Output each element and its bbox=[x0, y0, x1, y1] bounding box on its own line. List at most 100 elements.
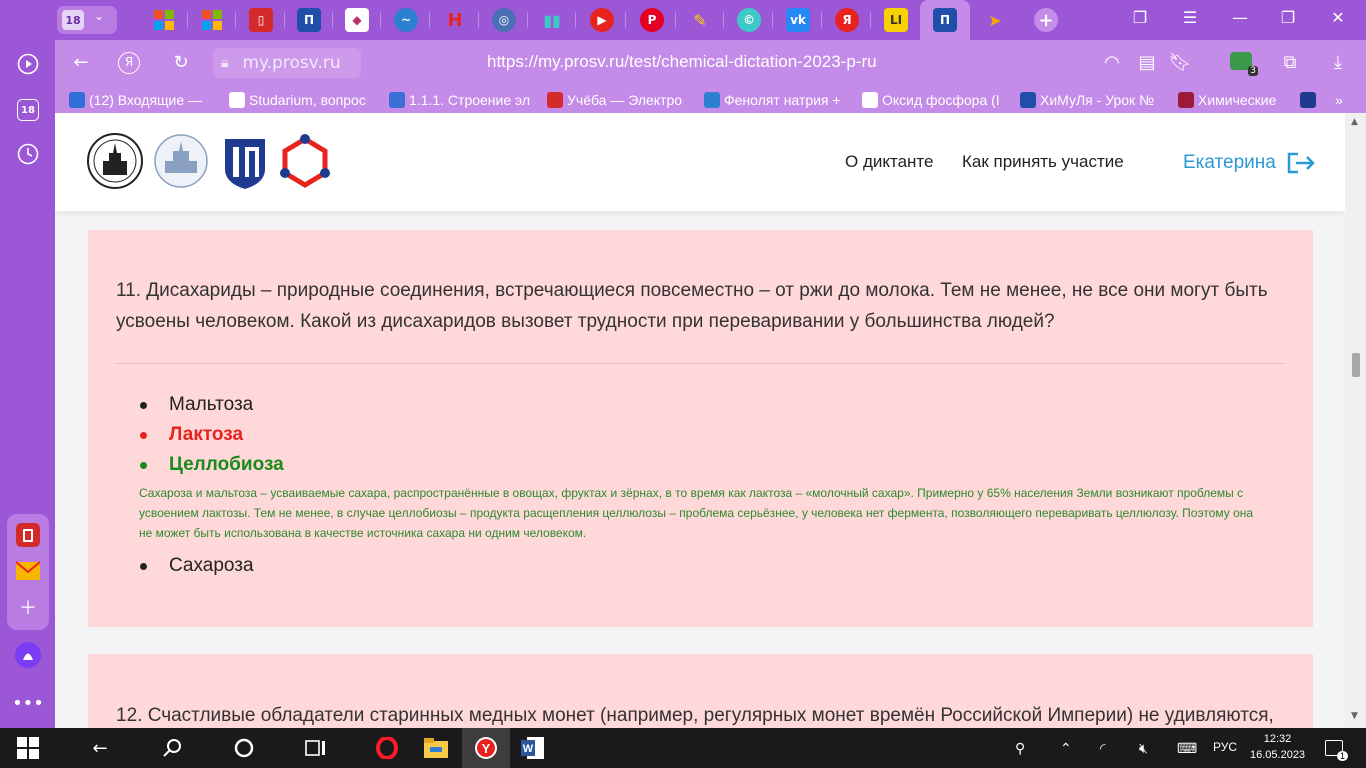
msu-logo[interactable] bbox=[87, 133, 143, 189]
plane-tab-icon[interactable]: ➤ bbox=[983, 8, 1007, 32]
scroll-up-icon[interactable]: ▲ bbox=[1351, 117, 1358, 127]
wave-tab-icon[interactable]: ~ bbox=[394, 8, 418, 32]
bookmark-item[interactable]: (12) Входящие — bbox=[69, 90, 211, 109]
vk-tab-icon[interactable]: vk bbox=[786, 8, 810, 32]
cortana-icon[interactable] bbox=[232, 736, 256, 760]
chem-icon bbox=[704, 91, 720, 108]
question-text: 11. Дисахариды – природные соединения, в… bbox=[116, 280, 1268, 332]
menu-icon[interactable]: ☰ bbox=[1175, 8, 1205, 27]
back-icon[interactable]: ← bbox=[88, 736, 112, 760]
logout-icon bbox=[1287, 152, 1315, 174]
nav-howto-link[interactable]: Как принять участие bbox=[962, 152, 1124, 172]
opera-icon[interactable] bbox=[375, 736, 399, 760]
prosv-tab-icon[interactable]: П bbox=[297, 8, 321, 32]
copy-tab-icon[interactable]: © bbox=[737, 8, 761, 32]
lit-tab-icon[interactable]: LI bbox=[884, 8, 908, 32]
pencil-tab-icon[interactable]: ✎ bbox=[688, 8, 712, 32]
task-view-icon[interactable] bbox=[304, 736, 328, 760]
answer-option-correct[interactable]: Целлобиоза bbox=[140, 454, 284, 476]
word-icon[interactable]: W bbox=[521, 736, 545, 760]
windows-taskbar: ← Y W ⚲ ⌃ ◜ 🔇︎ ⌨ РУС 12:32 16.05.2023 1 bbox=[0, 728, 1366, 768]
studarium-icon bbox=[229, 91, 245, 108]
close-window-button[interactable]: ✕ bbox=[1323, 8, 1353, 27]
download-icon[interactable]: ⤓ bbox=[1326, 52, 1350, 73]
file-explorer-icon[interactable] bbox=[424, 736, 448, 760]
add-app-icon[interactable]: ＋ bbox=[11, 590, 45, 624]
more-dots-icon[interactable]: ••• bbox=[11, 686, 45, 720]
new-tab-button[interactable]: + bbox=[1034, 8, 1058, 32]
reader-mode-icon[interactable]: ▤ bbox=[1135, 52, 1159, 73]
page-scrollbar[interactable]: ▲ ▼ bbox=[1345, 113, 1366, 728]
tab-counter-icon[interactable]: 18 bbox=[11, 93, 45, 127]
mail-icon[interactable] bbox=[11, 554, 45, 588]
game-tab-icon[interactable]: ◆ bbox=[345, 8, 369, 32]
play-icon[interactable] bbox=[11, 47, 45, 81]
history-clock-icon[interactable] bbox=[11, 137, 45, 171]
video-tab-icon[interactable]: ▶ bbox=[590, 8, 614, 32]
volume-muted-icon[interactable]: 🔇︎ bbox=[1139, 740, 1148, 757]
microsoft-tab-icon[interactable] bbox=[152, 8, 176, 32]
bookmark-item[interactable]: Фенолят натрия + bbox=[704, 90, 850, 109]
answer-option[interactable]: Мальтоза bbox=[140, 394, 253, 416]
yandex-tab-icon[interactable]: Я bbox=[835, 8, 859, 32]
tray-expand-icon[interactable]: ⌃ bbox=[1060, 740, 1072, 757]
bookmarks-bar: (12) Входящие — Studarium, вопрос 1.1.1.… bbox=[55, 86, 1366, 113]
book-tab-icon[interactable]: ▮▮ bbox=[540, 8, 564, 32]
globe-tab-icon[interactable]: ◎ bbox=[492, 8, 516, 32]
people-icon[interactable]: ⚲ bbox=[1015, 740, 1025, 757]
alice-assistant-icon[interactable] bbox=[11, 638, 45, 672]
bookmark-item[interactable]: ХиМуЛя - Урок № bbox=[1020, 90, 1166, 109]
url-input[interactable]: https://my.prosv.ru/test/chemical-dictat… bbox=[487, 52, 877, 72]
question-card-11: 11. Дисахариды – природные соединения, в… bbox=[88, 230, 1313, 627]
minimize-button[interactable]: — bbox=[1225, 8, 1255, 27]
reload-icon[interactable]: ↻ bbox=[169, 52, 193, 73]
tab-group-switcher[interactable]: 18 ⌄ bbox=[57, 6, 117, 34]
extension-icon[interactable]: 3 bbox=[1230, 52, 1258, 76]
active-taskbar-app[interactable]: Y bbox=[462, 728, 510, 768]
more-bookmarks-icon[interactable]: » bbox=[1335, 90, 1355, 109]
chem-faculty-logo[interactable] bbox=[153, 133, 209, 189]
bookmark-item[interactable]: Учёба — Электро bbox=[547, 90, 689, 109]
chevron-down-icon: ⌄ bbox=[94, 9, 105, 23]
bookmark-item[interactable]: Studarium, вопрос bbox=[229, 90, 377, 109]
answer-option-wrong[interactable]: Лактоза bbox=[140, 424, 243, 446]
address-bar: ← Я ↻ 🔒︎ my.prosv.ru https://my.prosv.ru… bbox=[55, 40, 1366, 86]
divider bbox=[116, 363, 1284, 364]
user-account-link[interactable]: Екатерина bbox=[1183, 151, 1316, 175]
shopping-icon[interactable]: ⧉ bbox=[1278, 52, 1302, 73]
nav-about-link[interactable]: О диктанте bbox=[845, 152, 933, 172]
headphones-icon[interactable]: ◠ bbox=[1100, 52, 1124, 73]
bookmark-item[interactable]: Химические bbox=[1178, 90, 1284, 109]
maximize-button[interactable]: ❐ bbox=[1273, 8, 1303, 27]
language-indicator[interactable]: РУС bbox=[1213, 740, 1237, 754]
molecule-logo[interactable] bbox=[277, 133, 333, 189]
uk-flag-icon[interactable] bbox=[1300, 90, 1320, 109]
pinterest-tab-icon[interactable]: P bbox=[640, 8, 664, 32]
edu-app-icon[interactable] bbox=[11, 518, 45, 552]
microsoft-tab-icon-2[interactable] bbox=[200, 8, 224, 32]
prosv-logo[interactable] bbox=[223, 133, 279, 189]
back-arrow-icon[interactable]: ← bbox=[69, 52, 93, 73]
notifications-icon[interactable]: 1 bbox=[1325, 740, 1348, 761]
scroll-down-icon[interactable]: ▼ bbox=[1351, 711, 1358, 721]
svg-text:Y: Y bbox=[482, 741, 491, 756]
collections-icon[interactable]: ❐ bbox=[1125, 8, 1155, 27]
yandex-home-icon[interactable]: Я bbox=[118, 52, 142, 74]
prosv-active-tab-icon: П bbox=[933, 8, 957, 32]
atom-icon bbox=[389, 91, 405, 108]
search-icon[interactable] bbox=[160, 736, 184, 760]
bookmark-item[interactable]: 1.1.1. Строение эл bbox=[389, 90, 537, 109]
edu-icon bbox=[547, 91, 563, 108]
keyboard-icon[interactable]: ⌨ bbox=[1177, 740, 1197, 757]
edu-tab-icon[interactable]: ▯ bbox=[249, 8, 273, 32]
windows-start-icon[interactable] bbox=[16, 736, 40, 760]
h-tab-icon[interactable]: H bbox=[443, 8, 467, 32]
active-tab[interactable]: П bbox=[920, 0, 970, 40]
bookmark-icon[interactable]: 🔖︎ bbox=[1168, 52, 1192, 73]
answer-option[interactable]: Сахароза bbox=[140, 555, 254, 577]
url-domain[interactable]: 🔒︎ my.prosv.ru bbox=[213, 48, 361, 78]
bookmark-item[interactable]: Оксид фосфора (I bbox=[862, 90, 1012, 109]
wifi-icon[interactable]: ◜ bbox=[1100, 740, 1105, 757]
clock[interactable]: 12:32 16.05.2023 bbox=[1250, 731, 1305, 763]
scroll-thumb[interactable] bbox=[1352, 353, 1360, 377]
